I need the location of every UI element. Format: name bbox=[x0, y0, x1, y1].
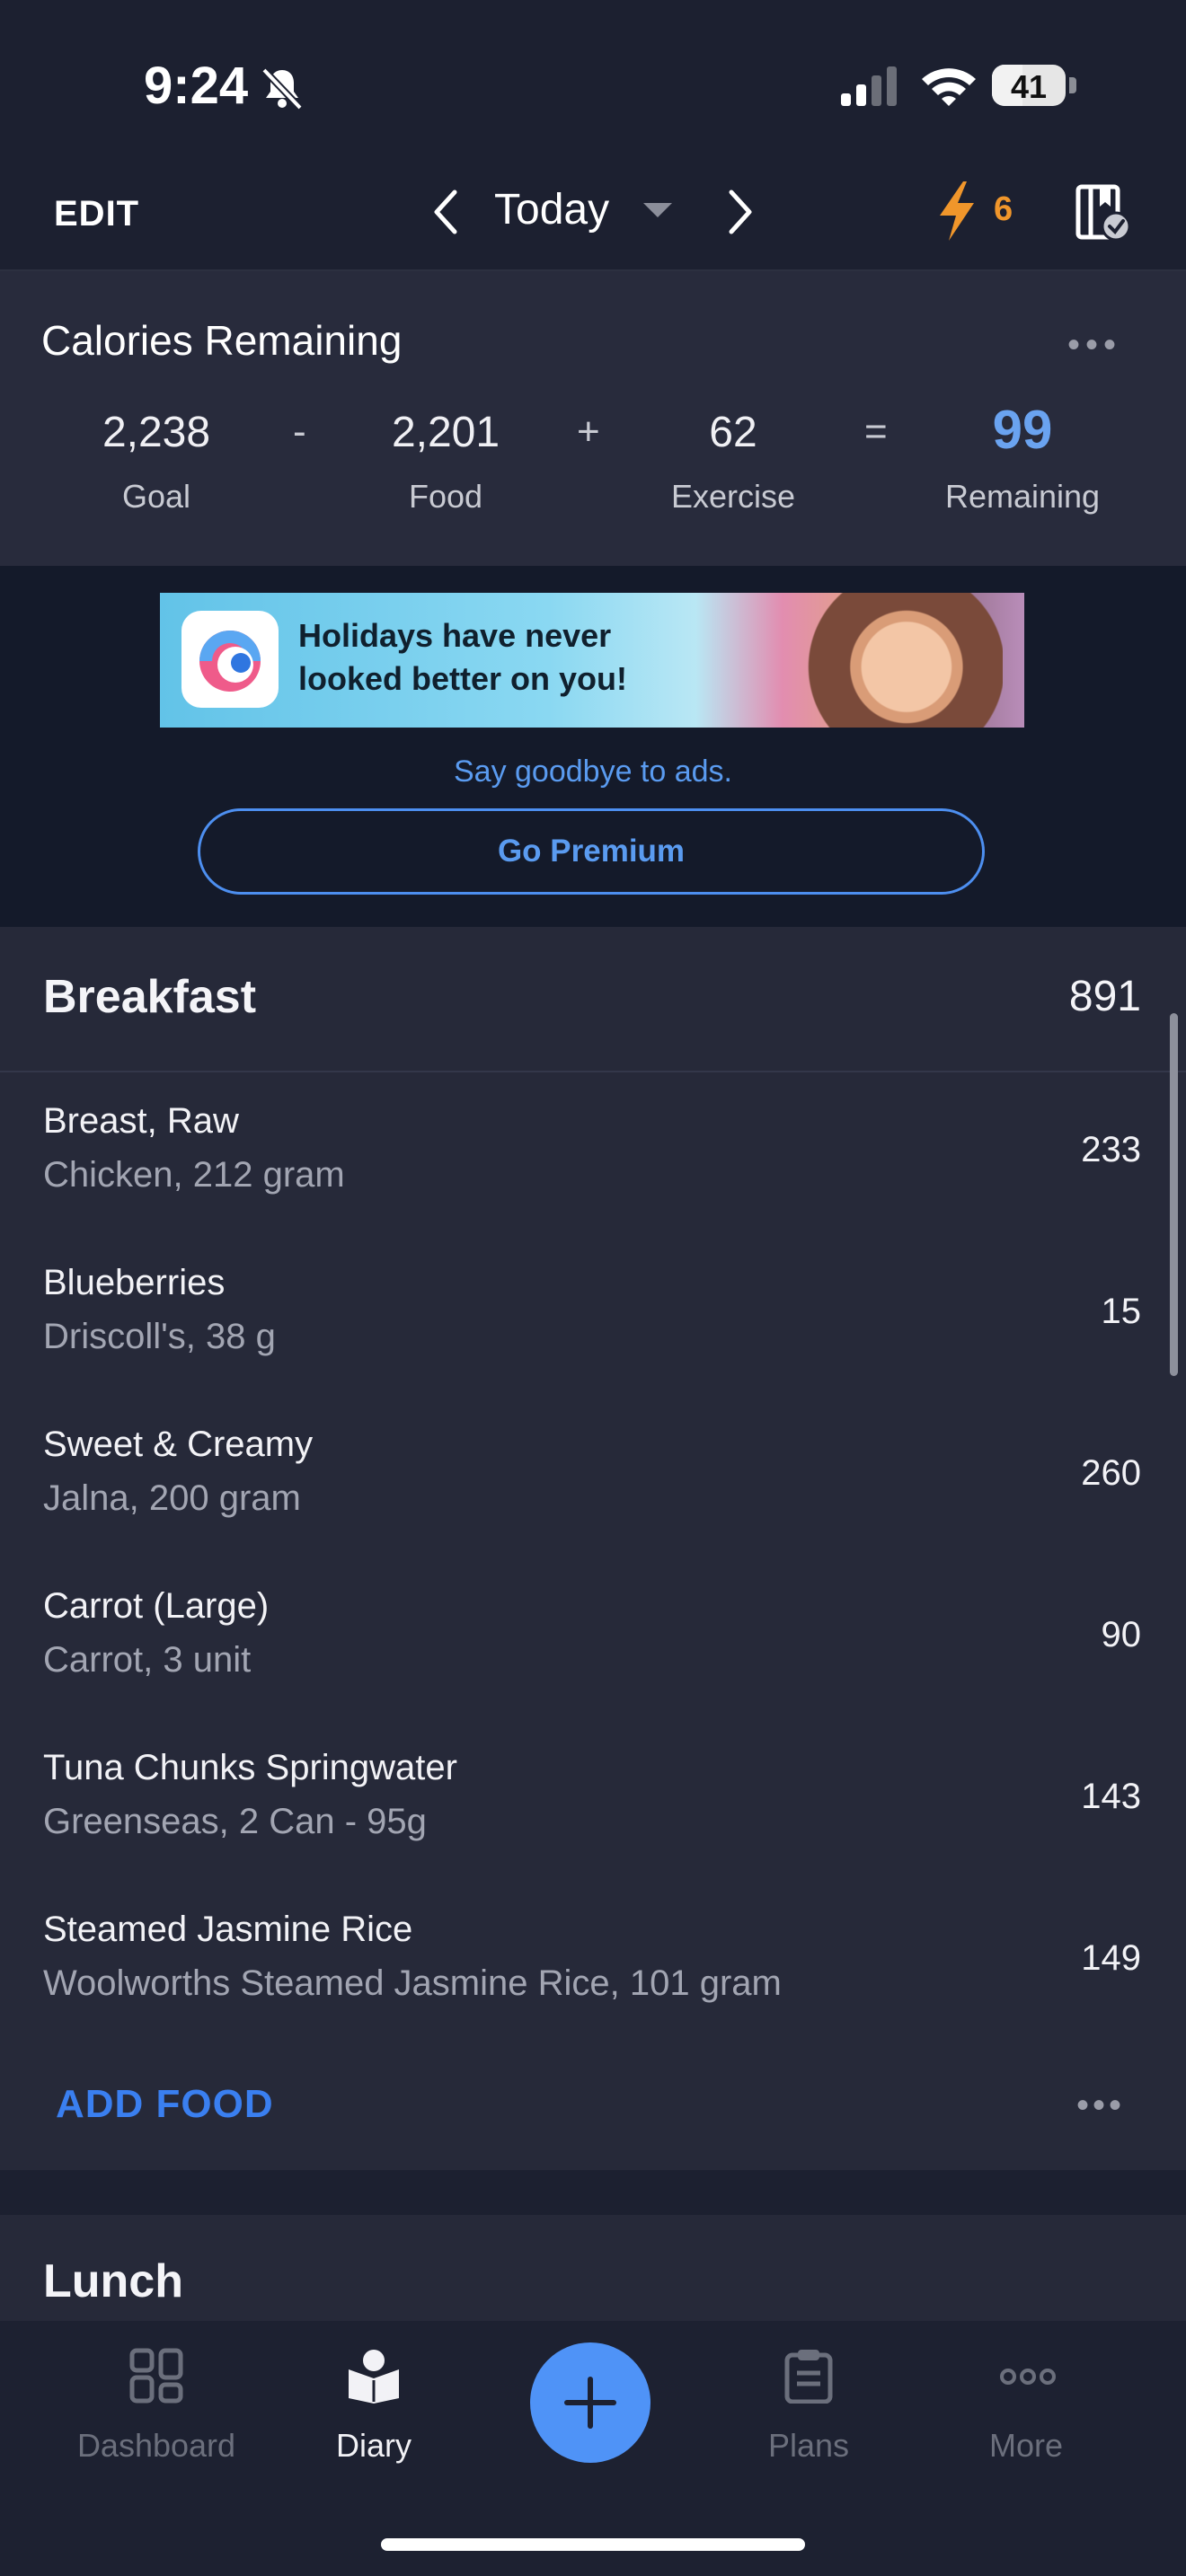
food-name: Tuna Chunks Springwater bbox=[43, 1748, 457, 1787]
calories-title: Calories Remaining bbox=[41, 317, 403, 364]
diary-book-icon bbox=[347, 2348, 401, 2408]
food-calories: 260 bbox=[1081, 1453, 1141, 1493]
food-name: Steamed Jasmine Rice bbox=[43, 1910, 413, 1949]
food-row[interactable]: Steamed Jasmine Rice Woolworths Steamed J… bbox=[0, 1883, 1186, 2044]
cellular-signal-icon bbox=[839, 66, 902, 110]
meal-divider bbox=[0, 1071, 1186, 1072]
previous-day-button[interactable] bbox=[428, 187, 467, 242]
food-description: Driscoll's, 38 g bbox=[43, 1317, 276, 1356]
ad-headline: Holidays have never looked better on you… bbox=[298, 617, 628, 697]
ad-portrait-image bbox=[789, 593, 1003, 728]
remaining-value: 99 bbox=[992, 400, 1053, 460]
tab-label-plans: Plans bbox=[767, 2427, 850, 2464]
section-gap bbox=[0, 2170, 1186, 2215]
next-day-button[interactable] bbox=[719, 187, 758, 242]
home-indicator bbox=[381, 2538, 805, 2551]
food-row[interactable]: Sweet & Creamy Jalna, 200 gram 260 bbox=[0, 1398, 1186, 1559]
tab-label-diary: Diary bbox=[335, 2427, 412, 2464]
food-name: Breast, Raw bbox=[43, 1101, 239, 1141]
more-options-icon[interactable]: ••• bbox=[1076, 2086, 1125, 2126]
more-dots-icon bbox=[999, 2366, 1057, 2392]
status-time: 9:24 bbox=[144, 57, 249, 115]
food-description: Woolworths Steamed Jasmine Rice, 101 gra… bbox=[43, 1963, 782, 2003]
add-food-button[interactable]: ADD FOOD bbox=[56, 2082, 274, 2127]
plans-clipboard-icon bbox=[782, 2348, 836, 2408]
battery-icon: 41 bbox=[992, 65, 1066, 106]
tab-label-dashboard: Dashboard bbox=[76, 2427, 236, 2464]
plus-operator: + bbox=[577, 410, 600, 454]
minus-operator: - bbox=[293, 410, 306, 454]
food-calories: 90 bbox=[1101, 1615, 1142, 1654]
battery-nub bbox=[1069, 77, 1076, 93]
ad-banner[interactable]: Holidays have never looked better on you… bbox=[160, 593, 1024, 728]
dashboard-grid-icon bbox=[129, 2348, 183, 2408]
edit-button[interactable]: EDIT bbox=[54, 194, 139, 234]
streak-count[interactable]: 6 bbox=[994, 190, 1013, 229]
equals-operator: = bbox=[864, 410, 888, 454]
remove-ads-caption[interactable]: Say goodbye to ads. bbox=[0, 754, 1186, 790]
exercise-label: Exercise bbox=[670, 478, 796, 515]
food-value: 2,201 bbox=[391, 409, 500, 456]
battery-percent: 41 bbox=[1010, 68, 1048, 105]
goal-value: 2,238 bbox=[102, 409, 211, 456]
tab-label-more: More bbox=[988, 2427, 1064, 2464]
meal-title-breakfast: Breakfast bbox=[43, 971, 257, 1023]
food-row[interactable]: Blueberries Driscoll's, 38 g 15 bbox=[0, 1236, 1186, 1398]
food-name: Sweet & Creamy bbox=[43, 1425, 314, 1464]
meal-total-breakfast: 891 bbox=[1068, 973, 1141, 1020]
food-row[interactable]: Tuna Chunks Springwater Greenseas, 2 Can … bbox=[0, 1721, 1186, 1883]
food-calories: 149 bbox=[1081, 1938, 1141, 1978]
food-log-check-icon[interactable] bbox=[1075, 180, 1132, 247]
food-description: Greenseas, 2 Can - 95g bbox=[43, 1802, 427, 1841]
date-selector[interactable]: Today bbox=[494, 185, 609, 234]
food-calories: 15 bbox=[1101, 1292, 1142, 1331]
food-label: Food bbox=[408, 478, 483, 515]
go-premium-button[interactable]: Go Premium bbox=[198, 808, 985, 895]
more-options-icon[interactable]: ••• bbox=[1067, 325, 1121, 366]
food-description: Chicken, 212 gram bbox=[43, 1155, 345, 1195]
meal-title-lunch: Lunch bbox=[43, 2255, 183, 2307]
lightning-bolt-icon[interactable] bbox=[934, 180, 979, 247]
food-description: Jalna, 200 gram bbox=[43, 1478, 301, 1518]
exercise-value: 62 bbox=[709, 409, 757, 456]
app-logo-icon bbox=[181, 611, 279, 708]
food-row[interactable]: Carrot (Large) Carrot, 3 unit 90 bbox=[0, 1559, 1186, 1721]
food-description: Carrot, 3 unit bbox=[43, 1640, 252, 1680]
add-entry-button[interactable] bbox=[530, 2342, 651, 2463]
scrollbar[interactable] bbox=[1170, 1013, 1178, 1376]
chevron-down-icon[interactable] bbox=[642, 201, 674, 225]
goal-label: Goal bbox=[121, 478, 191, 515]
plus-icon bbox=[564, 2377, 616, 2429]
remaining-label: Remaining bbox=[944, 478, 1101, 515]
food-calories: 143 bbox=[1081, 1777, 1141, 1816]
food-row[interactable]: Breast, Raw Chicken, 212 gram 233 bbox=[0, 1074, 1186, 1236]
food-calories: 233 bbox=[1081, 1130, 1141, 1169]
silent-bell-icon bbox=[257, 63, 307, 118]
wifi-icon bbox=[920, 65, 978, 112]
food-name: Blueberries bbox=[43, 1263, 226, 1302]
food-name: Carrot (Large) bbox=[43, 1586, 270, 1626]
